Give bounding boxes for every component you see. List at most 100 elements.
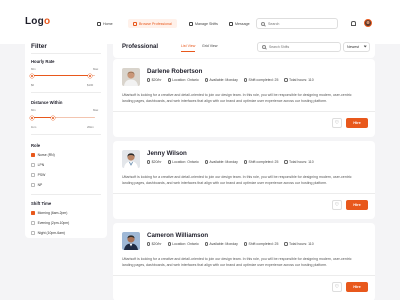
shift-search-box[interactable] — [257, 42, 341, 52]
location: Location: Ontario — [167, 160, 199, 164]
role-option-rn[interactable]: Nurse (RN) — [31, 153, 55, 157]
location-icon — [167, 160, 171, 164]
home-icon — [97, 21, 101, 26]
divider — [113, 111, 375, 112]
location: Location: Ontario — [167, 242, 199, 246]
hourly-max-value: $100 — [87, 83, 94, 87]
professional-description: Uttarisoft is looking for a creative and… — [122, 175, 352, 186]
availability: Available: Monday — [204, 242, 238, 246]
logo[interactable]: Logo — [25, 16, 50, 27]
bell-icon[interactable] — [351, 21, 356, 26]
role-option-lpn[interactable]: LPN — [31, 163, 44, 167]
professional-card: Cameron Williamson $20/hr Location: Onta… — [113, 223, 375, 300]
location-icon — [167, 78, 171, 82]
shift-option-night[interactable]: Night (10pm-6am) — [31, 231, 65, 235]
person-photo-icon — [122, 150, 140, 168]
divider — [113, 275, 375, 276]
checkbox[interactable] — [31, 173, 35, 177]
option-label: Morning (6am-2pm) — [37, 211, 68, 215]
shift-option-evening[interactable]: Evening (2pm-10pm) — [31, 221, 69, 225]
professional-card: Jenny Wilson $20/hr Location: Ontario Av… — [113, 141, 375, 219]
check-icon — [243, 78, 248, 82]
shifts-value: Shift completed: 25 — [248, 160, 279, 164]
heart-icon[interactable]: ♡ — [332, 282, 342, 292]
dollar-icon — [147, 242, 151, 246]
availability: Available: Monday — [204, 78, 238, 82]
option-label: PSW — [37, 173, 46, 177]
slider-min-handle[interactable] — [30, 73, 34, 78]
check-icon — [243, 160, 248, 164]
professional-meta: $20/hr Location: Ontario Available: Mond… — [147, 242, 314, 246]
nav-browse-label: Browse Professional — [139, 21, 172, 26]
shifts-completed: Shift completed: 25 — [243, 78, 278, 82]
checkbox[interactable] — [31, 153, 35, 157]
chevron-down-icon — [363, 44, 367, 49]
search-icon — [261, 21, 265, 26]
tab-list-view[interactable]: List View — [181, 44, 196, 52]
hourglass-icon — [284, 160, 288, 164]
total-hours: Total hours: 110 — [284, 78, 314, 82]
hire-button[interactable]: Hire — [346, 282, 368, 292]
checkbox[interactable] — [31, 183, 35, 187]
dollar-icon — [147, 160, 151, 164]
professional-header: Professional List View Grid View Newest — [113, 36, 375, 58]
rate: $20/hr — [147, 242, 162, 246]
distance-max-label: Max — [93, 108, 99, 112]
slider-min-handle[interactable] — [30, 115, 34, 120]
clock-icon — [204, 242, 208, 246]
slider-fill — [31, 117, 53, 119]
page-title: Professional — [122, 44, 159, 50]
nav-manage-shifts[interactable]: Manage Shifts — [184, 19, 223, 28]
distance-max-value: 20km — [87, 125, 94, 129]
rate-value: $20/hr — [151, 242, 162, 246]
calendar-icon — [189, 21, 193, 26]
hire-button[interactable]: Hire — [346, 200, 368, 210]
shifts-completed: Shift completed: 25 — [243, 160, 279, 164]
slider-max-handle[interactable] — [51, 115, 55, 120]
profile-photo — [122, 232, 140, 250]
shifts-completed: Shift completed: 25 — [243, 242, 278, 246]
heart-icon[interactable]: ♡ — [332, 200, 342, 210]
hours-value: Total hours: 110 — [289, 242, 314, 246]
hourly-rate-slider[interactable] — [30, 73, 95, 78]
professional-name: Darlene Robertson — [147, 68, 203, 75]
professional-name: Jenny Wilson — [147, 150, 187, 157]
professional-meta: $20/hr Location: Ontario Available: Mond… — [147, 78, 314, 82]
professional-description: Uttarisoft is looking for a creative and… — [122, 93, 352, 104]
divider — [31, 53, 101, 54]
nav-browse-professional[interactable]: Browse Professional — [128, 19, 177, 28]
checkbox[interactable] — [31, 211, 35, 215]
professional-name: Cameron Williamson — [147, 232, 209, 239]
total-hours: Total hours: 110 — [284, 160, 314, 164]
sort-dropdown[interactable]: Newest — [343, 42, 370, 52]
hire-button[interactable]: Hire — [346, 118, 368, 128]
checkbox[interactable] — [31, 221, 35, 225]
hourglass-icon — [284, 78, 288, 82]
slider-max-handle[interactable] — [88, 73, 92, 78]
message-icon — [229, 21, 233, 26]
tab-grid-view[interactable]: Grid View — [202, 44, 218, 51]
checkbox[interactable] — [31, 163, 35, 167]
top-search-input[interactable] — [268, 21, 328, 26]
nav-manage-shifts-label: Manage Shifts — [195, 21, 218, 26]
distance-slider[interactable] — [30, 115, 95, 120]
nav-message[interactable]: Message — [224, 19, 255, 28]
shift-search-input[interactable] — [269, 45, 339, 49]
clock-icon — [204, 78, 208, 82]
shift-option-morning[interactable]: Morning (6am-2pm) — [31, 211, 67, 215]
option-label: Nurse (RN) — [37, 153, 55, 157]
profile-photo — [122, 150, 140, 168]
location: Location: Ontario — [167, 78, 199, 82]
nav-home[interactable]: Home — [92, 19, 118, 28]
location-value: Location: Ontario — [172, 160, 199, 164]
user-avatar[interactable] — [364, 19, 372, 27]
top-search-box[interactable] — [256, 18, 338, 29]
checkbox[interactable] — [31, 231, 35, 235]
hourly-min-label: Min — [31, 67, 36, 71]
hourly-max-label: Max — [93, 67, 99, 71]
heart-icon[interactable]: ♡ — [332, 118, 342, 128]
role-option-psw[interactable]: PSW — [31, 173, 45, 177]
dollar-icon — [147, 78, 151, 82]
role-option-np[interactable]: NP — [31, 183, 42, 187]
divider — [31, 194, 101, 195]
